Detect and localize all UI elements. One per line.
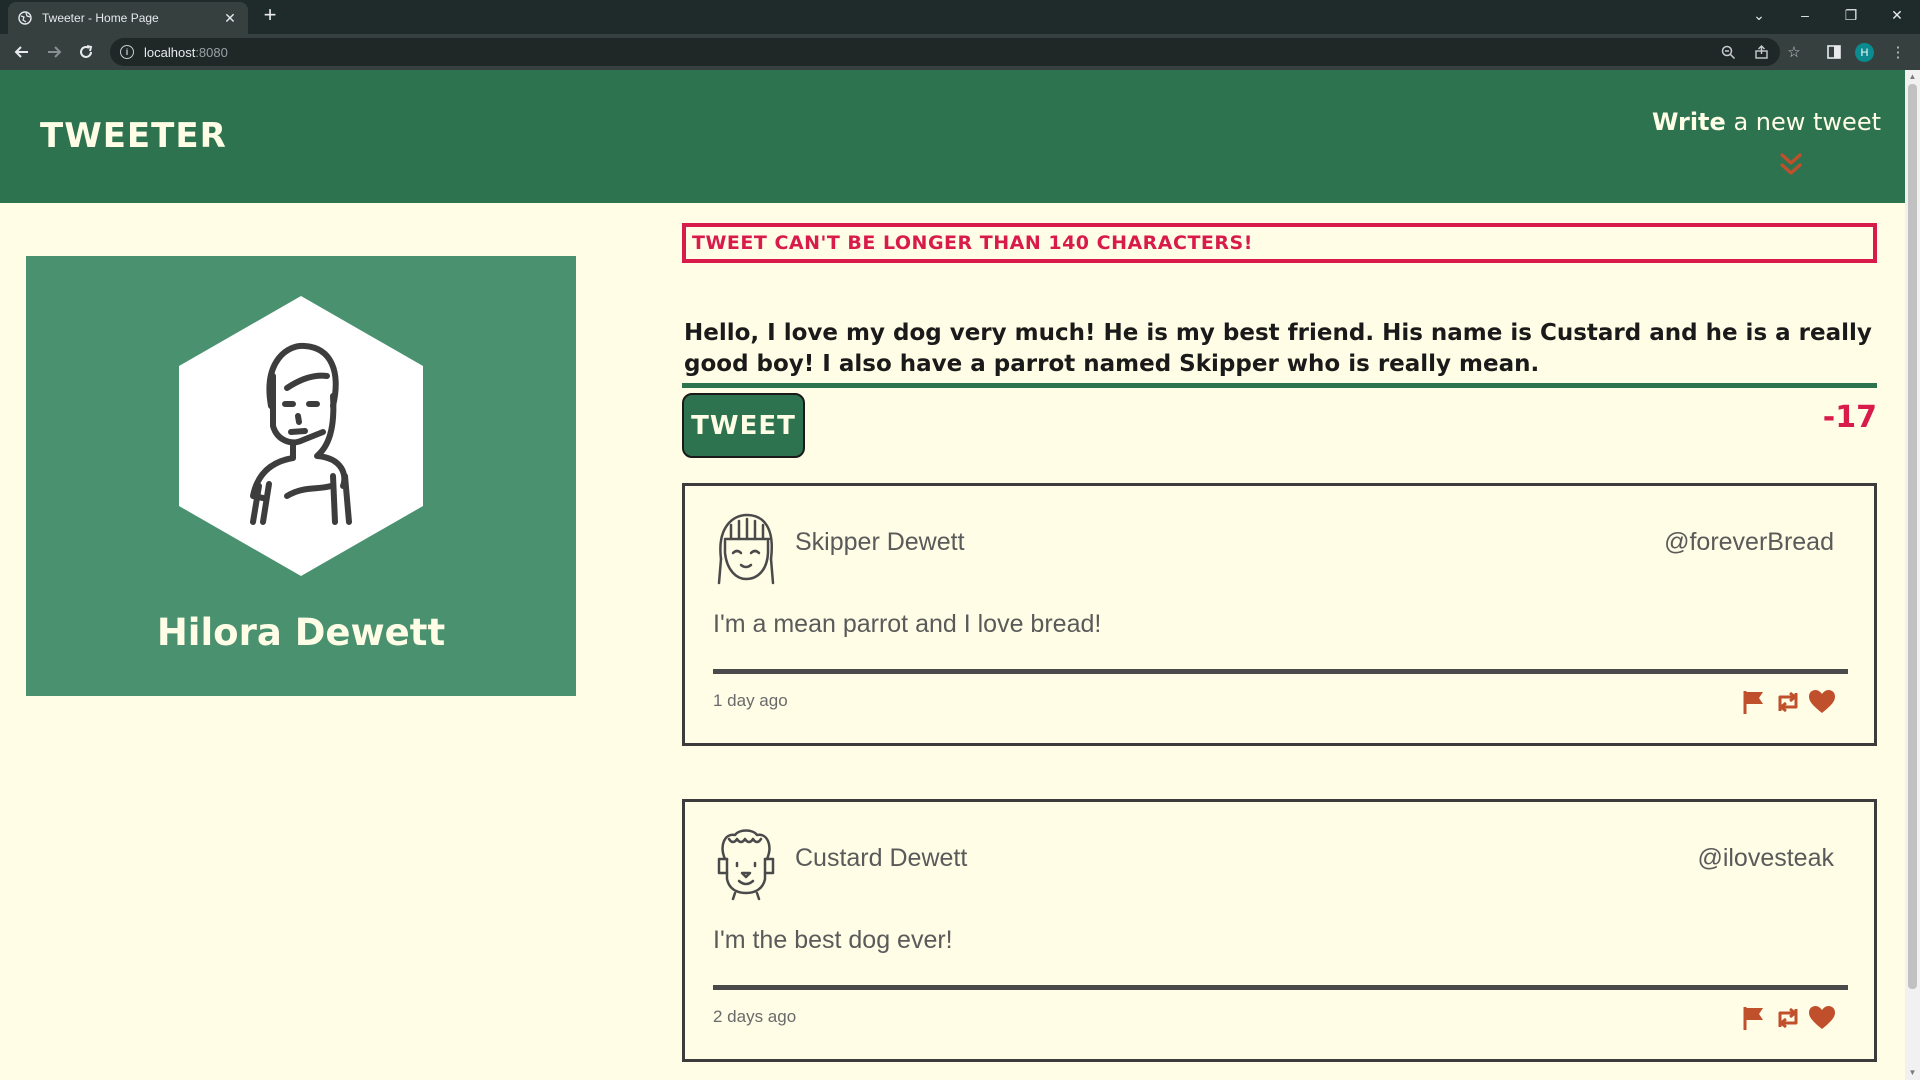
zoom-icon[interactable] [1716, 40, 1740, 64]
tweet-actions [1740, 688, 1836, 716]
scroll-up-icon[interactable]: ▲ [1908, 72, 1917, 81]
tab-title: Tweeter - Home Page [42, 11, 159, 25]
back-icon[interactable] [10, 40, 34, 64]
tweet-body: I'm the best dog ever! [713, 926, 953, 954]
double-chevron-down-icon[interactable] [1779, 152, 1803, 178]
tweet-timestamp: 2 days ago [713, 1007, 797, 1026]
page-scrollbar[interactable]: ▲ ▼ [1905, 70, 1920, 1080]
compose-label: a new tweet [1725, 108, 1881, 136]
close-tab-icon[interactable]: ✕ [222, 10, 238, 26]
tweet-author-handle: @ilovesteak [1697, 844, 1834, 872]
page-viewport: TWEETER Write a new tweet Hilora Dewett … [0, 70, 1905, 1080]
write-tweet-toggle[interactable]: Write a new tweet [1652, 108, 1881, 136]
profile-avatar[interactable]: H [1855, 43, 1874, 62]
address-bar[interactable]: i localhost:8080 [110, 38, 1780, 66]
side-panel-icon[interactable] [1822, 40, 1846, 64]
user-avatar-icon [250, 342, 352, 525]
heart-icon[interactable] [1808, 1004, 1836, 1032]
brand-logo[interactable]: TWEETER [40, 116, 227, 156]
retweet-icon[interactable] [1774, 1004, 1802, 1032]
textarea-underline [682, 383, 1877, 388]
tweet-divider [713, 985, 1848, 990]
scrollbar-thumb[interactable] [1908, 84, 1917, 989]
tab-search-icon[interactable]: ⌄ [1736, 0, 1782, 30]
site-header: TWEETER Write a new tweet [0, 70, 1905, 203]
tweet-author-name: Custard Dewett [795, 844, 968, 872]
restore-icon[interactable]: ❐ [1828, 0, 1874, 30]
heart-icon[interactable] [1808, 688, 1836, 716]
flag-icon[interactable] [1740, 688, 1768, 716]
share-icon[interactable] [1749, 40, 1773, 64]
tweet-card: Skipper Dewett @foreverBread I'm a mean … [682, 483, 1877, 746]
error-message: Tweet can't be longer than 140 character… [682, 223, 1877, 263]
scroll-down-icon[interactable]: ▼ [1908, 1068, 1917, 1077]
tweet-textarea[interactable]: Hello, I love my dog very much! He is my… [684, 318, 1877, 380]
close-window-icon[interactable]: ✕ [1874, 0, 1920, 30]
tweet-actions [1740, 1004, 1836, 1032]
site-info-icon[interactable]: i [120, 45, 134, 59]
dog-avatar-icon [717, 829, 775, 901]
reload-icon[interactable] [74, 40, 98, 64]
browser-tab[interactable]: Tweeter - Home Page ✕ [8, 2, 248, 34]
browser-tabstrip: Tweeter - Home Page ✕ + ⌄ – ❐ ✕ [0, 0, 1920, 34]
tweet-card: Custard Dewett @ilovesteak I'm the best … [682, 799, 1877, 1062]
tweet-body: I'm a mean parrot and I love bread! [713, 610, 1102, 638]
menu-kebab-icon[interactable]: ⋮ [1886, 40, 1910, 64]
tweet-author-name: Skipper Dewett [795, 528, 965, 556]
character-counter: -17 [1822, 400, 1877, 435]
retweet-icon[interactable] [1774, 688, 1802, 716]
url-host: localhost [144, 44, 196, 60]
new-tab-icon[interactable]: + [258, 4, 282, 28]
browser-toolbar: i localhost:8080 ☆ H ⋮ [0, 34, 1920, 70]
globe-icon [18, 11, 32, 25]
bookmark-star-icon[interactable]: ☆ [1782, 40, 1806, 64]
tweet-timestamp: 1 day ago [713, 691, 788, 710]
minimize-icon[interactable]: – [1782, 0, 1828, 30]
forward-icon[interactable] [42, 40, 66, 64]
tweet-author-handle: @foreverBread [1664, 528, 1834, 556]
compose-bold-label: Write [1651, 108, 1726, 136]
profile-card: Hilora Dewett [26, 256, 576, 696]
tweet-divider [713, 669, 1848, 674]
profile-name: Hilora Dewett [156, 611, 446, 654]
parrot-avatar-icon [717, 513, 775, 585]
url-port: :8080 [195, 44, 228, 60]
tweet-submit-button[interactable]: TWEET [682, 393, 805, 458]
flag-icon[interactable] [1740, 1004, 1768, 1032]
error-text: Tweet can't be longer than 140 character… [692, 232, 1253, 254]
